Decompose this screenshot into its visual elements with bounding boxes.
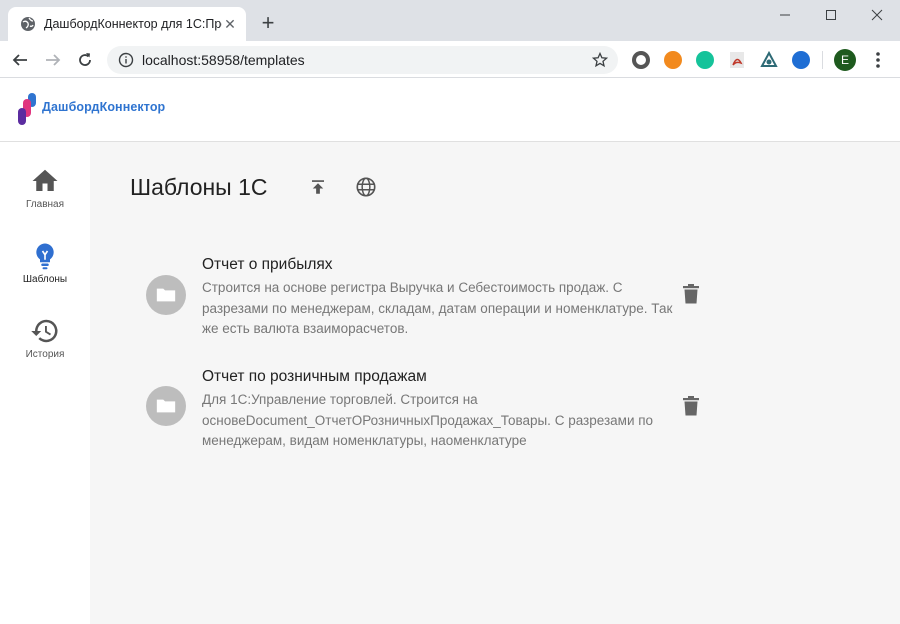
close-tab-icon[interactable]: ✕ [222, 16, 238, 32]
upload-icon [312, 180, 324, 194]
sidebar: Главная Шаблоны История [0, 142, 90, 624]
logo-icon [18, 93, 36, 125]
extension-icon[interactable] [792, 51, 810, 69]
extension-icon[interactable] [664, 51, 682, 69]
forward-button[interactable] [41, 48, 65, 72]
list-item[interactable]: Отчет о прибылях Строится на основе реги… [146, 256, 706, 336]
back-button[interactable] [8, 48, 32, 72]
reload-icon [79, 53, 91, 66]
maximize-icon [826, 10, 836, 20]
reload-button[interactable] [73, 48, 97, 72]
list-item[interactable]: Отчет по розничным продажам Для 1С:Управ… [146, 368, 706, 448]
sidebar-item-label: Главная [25, 199, 65, 210]
sidebar-item-label: Шаблоны [22, 274, 68, 285]
folder-icon [156, 288, 176, 302]
globe-icon [356, 177, 376, 197]
sidebar-item-label: История [25, 349, 65, 360]
grammarly-icon[interactable] [696, 51, 714, 69]
folder-avatar [146, 275, 186, 315]
info-icon[interactable] [118, 52, 134, 68]
more-menu-icon[interactable] [870, 50, 886, 70]
template-title: Отчет по розничным продажам [202, 368, 427, 385]
new-tab-button[interactable]: + [258, 12, 278, 34]
tab-title: ДашбордКоннектор для 1С:Пре [44, 17, 222, 31]
sidebar-item-home[interactable]: Главная [0, 166, 90, 226]
delete-button[interactable] [680, 283, 702, 305]
template-description: Для 1С:Управление торговлей. Строится на… [202, 392, 654, 448]
logo-text: ДашбордКоннектор [42, 100, 166, 114]
page-title: Шаблоны 1С [130, 174, 268, 200]
folder-icon [156, 399, 176, 413]
template-title: Отчет о прибылях [202, 256, 333, 273]
sidebar-item-history[interactable]: История [0, 316, 90, 376]
globe-icon [21, 17, 35, 31]
trash-icon [683, 396, 699, 416]
star-icon[interactable] [592, 52, 608, 68]
template-description: Строится на основе регистра Выручка и Се… [202, 280, 673, 336]
upload-button[interactable] [305, 174, 331, 200]
arrow-left-icon [12, 54, 27, 66]
trash-icon [683, 284, 699, 304]
close-window-button[interactable] [854, 0, 900, 30]
profile-avatar[interactable]: E [834, 49, 856, 71]
arrow-right-icon [46, 54, 61, 66]
browser-tab[interactable]: ДашбордКоннектор для 1С:Пре ✕ [8, 7, 246, 41]
url-text: localhost:58958/templates [142, 52, 305, 68]
folder-avatar [146, 386, 186, 426]
history-icon [31, 319, 58, 343]
close-icon [871, 9, 883, 21]
browser-tabstrip: ДашбордКоннектор для 1С:Пре ✕ + [0, 0, 900, 41]
maximize-button[interactable] [808, 0, 854, 30]
minimize-button[interactable] [762, 0, 808, 30]
extension-icon[interactable] [760, 51, 778, 69]
sidebar-item-templates[interactable]: Шаблоны [0, 241, 90, 301]
toolbar-divider [822, 51, 823, 69]
app-header: ДашбордКоннектор [0, 78, 900, 142]
minimize-icon [780, 14, 790, 16]
browser-toolbar: localhost:58958/templates E [0, 41, 900, 78]
lightbulb-icon [36, 243, 54, 270]
extension-icon[interactable] [632, 51, 650, 69]
web-button[interactable] [353, 174, 379, 200]
address-bar[interactable]: localhost:58958/templates [107, 46, 618, 74]
main-content: Шаблоны 1С Отчет о прибылях Строится на … [90, 142, 900, 624]
home-icon [32, 169, 58, 191]
pdf-icon[interactable] [728, 51, 746, 69]
delete-button[interactable] [680, 395, 702, 417]
